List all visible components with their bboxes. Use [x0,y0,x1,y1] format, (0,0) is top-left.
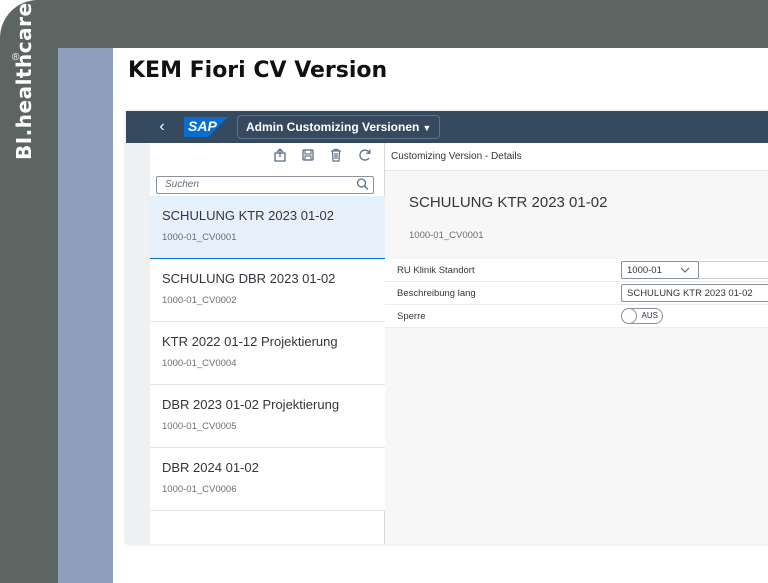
list-item-subtitle: 1000-01_CV0001 [162,232,237,243]
search-icon[interactable] [356,177,369,194]
list-item-title: SCHULUNG DBR 2023 01-02 [162,271,336,286]
beschreibung-value: SCHULUNG KTR 2023 01-02 [627,288,753,299]
app-window: ‹ SAP Admin Customizing Versionen ▼ Suche… [126,111,768,544]
standort-description-field [699,261,768,279]
list-item[interactable]: SCHULUNG KTR 2023 01-02 1000-01_CV0001 [150,196,385,259]
brand-logo: BI.healthcare [12,2,36,160]
list-item[interactable]: SCHULUNG DBR 2023 01-02 1000-01_CV0002 [150,259,385,322]
sperre-value: AUS [641,311,658,320]
object-subtitle: 1000-01_CV0001 [409,230,484,241]
sap-logo: SAP [184,117,228,137]
form-row-standort: RU Klinik Standort 1000-01 [385,259,768,282]
side-accent-bar [58,48,113,583]
list-item-subtitle: 1000-01_CV0002 [162,295,237,306]
master-toolbar [150,143,385,171]
list-item-subtitle: 1000-01_CV0005 [162,421,237,432]
standort-value: 1000-01 [627,265,662,276]
list-item[interactable]: DBR 2024 01-02 1000-01_CV0006 [150,448,385,511]
standort-select[interactable]: 1000-01 [621,261,699,279]
search-placeholder: Suchen [165,179,199,190]
list-item-title: DBR 2023 01-02 Projektierung [162,397,340,412]
list-item-subtitle: 1000-01_CV0004 [162,358,237,369]
shell-bar: ‹ SAP Admin Customizing Versionen ▼ [126,111,768,143]
save-icon[interactable] [300,148,316,164]
version-list: SCHULUNG KTR 2023 01-02 1000-01_CV0001 S… [150,196,385,511]
sperre-toggle[interactable]: AUS [621,308,663,324]
beschreibung-label: Beschreibung lang [397,288,476,299]
toggle-knob [621,308,637,324]
app-title-menu[interactable]: Admin Customizing Versionen ▼ [237,115,441,139]
search-input[interactable]: Suchen [156,176,374,194]
sperre-label: Sperre [397,311,426,322]
object-title: SCHULUNG KTR 2023 01-02 [409,194,608,211]
app-title-label: Admin Customizing Versionen [246,120,420,134]
list-item[interactable]: DBR 2023 01-02 Projektierung 1000-01_CV0… [150,385,385,448]
page-title: KEM Fiori CV Version [128,58,388,83]
standort-label: RU Klinik Standort [397,265,475,276]
master-list-pane: Suchen SCHULUNG KTR 2023 01-02 1000-01_C… [150,143,385,544]
form-row-beschreibung: Beschreibung lang SCHULUNG KTR 2023 01-0… [385,282,768,305]
form-row-sperre: Sperre AUS [385,305,768,328]
upload-icon[interactable] [272,148,288,164]
detail-pane: Customizing Version - Details SCHULUNG K… [385,143,768,544]
list-item[interactable]: KTR 2022 01-12 Projektierung 1000-01_CV0… [150,322,385,385]
delete-icon[interactable] [328,148,344,164]
chevron-down-icon[interactable] [680,263,690,280]
object-header: SCHULUNG KTR 2023 01-02 1000-01_CV0001 [385,172,768,259]
detail-header-title: Customizing Version - Details [391,151,522,162]
list-item-title: KTR 2022 01-12 Projektierung [162,334,338,349]
detail-header: Customizing Version - Details [385,143,768,171]
refresh-icon[interactable] [357,148,373,164]
detail-form: RU Klinik Standort 1000-01 Beschreibung … [385,259,768,328]
list-item-title: SCHULUNG KTR 2023 01-02 [162,208,334,223]
list-item-title: DBR 2024 01-02 [162,460,259,475]
left-gutter [126,143,150,544]
list-item-subtitle: 1000-01_CV0006 [162,484,237,495]
back-arrow-icon[interactable]: ‹ [154,117,170,137]
caret-down-icon: ▼ [422,123,432,133]
beschreibung-input[interactable]: SCHULUNG KTR 2023 01-02 [621,284,768,302]
